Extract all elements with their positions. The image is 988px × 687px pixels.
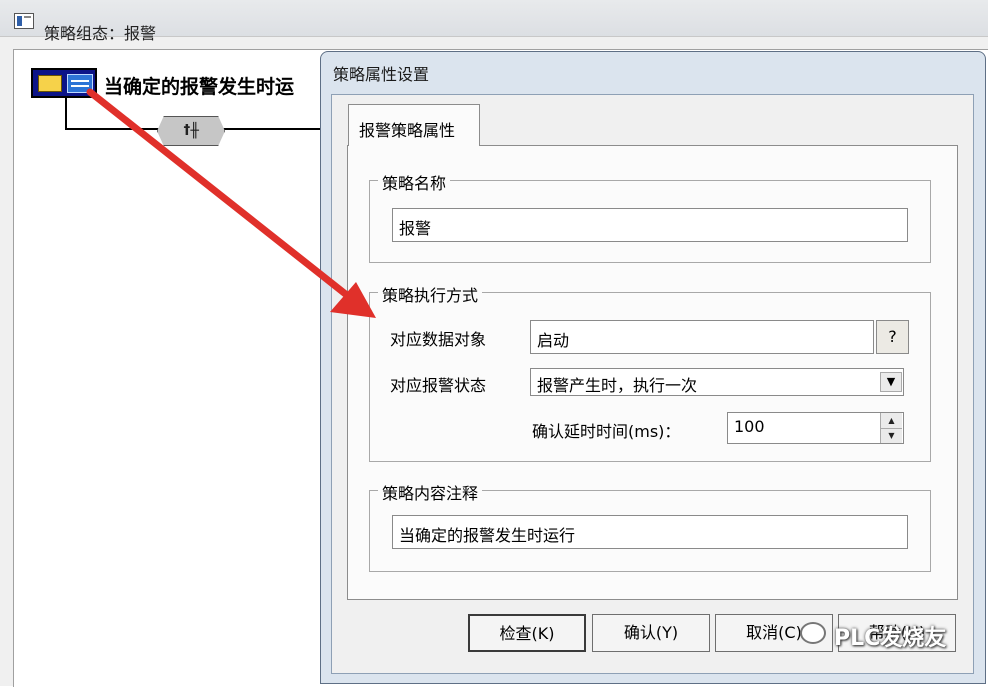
alarm-state-label: 对应报警状态	[390, 376, 487, 395]
spin-down-icon[interactable]: ▼	[881, 428, 902, 443]
alarm-state-select[interactable]: 报警产生时，执行一次	[530, 368, 904, 396]
folder-icon	[38, 75, 62, 92]
data-object-input[interactable]: 启动	[530, 320, 874, 354]
strategy-block-icon[interactable]: ꝉ╫	[157, 116, 225, 146]
confirm-button[interactable]: 确认(Y)	[592, 614, 710, 652]
strategy-connector-line	[65, 128, 163, 130]
editor-titlebar: 策略组态：报警	[0, 0, 988, 43]
editor-title: 策略组态：报警	[44, 24, 157, 43]
browse-data-object-button[interactable]: ?	[876, 320, 909, 354]
comment-group-label: 策略内容注释	[378, 480, 483, 504]
window-app-icon	[14, 13, 34, 29]
wechat-icon	[800, 622, 826, 644]
strategy-row-icon[interactable]	[31, 68, 97, 98]
tab-alarm-strategy-properties[interactable]: 报警策略属性	[348, 104, 480, 146]
delay-spinner[interactable]: ▲ ▼	[880, 413, 902, 443]
dialog-title: 策略属性设置	[333, 65, 430, 84]
tab-label: 报警策略属性	[359, 121, 456, 140]
chevron-down-icon[interactable]: ▼	[880, 372, 902, 392]
execution-mode-group-label: 策略执行方式	[378, 282, 483, 306]
data-object-label: 对应数据对象	[390, 330, 487, 349]
strategy-name-group-label: 策略名称	[378, 170, 451, 194]
strategy-connector-line	[65, 96, 67, 130]
spin-up-icon[interactable]: ▲	[881, 413, 902, 429]
watermark-text: PLC发烧友	[834, 626, 947, 651]
strategy-name-input[interactable]: 报警	[392, 208, 908, 242]
confirm-delay-label: 确认延时时间(ms)：	[532, 422, 681, 441]
check-button[interactable]: 检查(K)	[468, 614, 586, 652]
flow-icon	[67, 74, 93, 93]
strategy-row-label[interactable]: 当确定的报警发生时运	[104, 72, 294, 99]
comment-input[interactable]: 当确定的报警发生时运行	[392, 515, 908, 549]
strategy-connector-line	[222, 128, 322, 130]
confirm-delay-input[interactable]: 100	[727, 412, 904, 444]
